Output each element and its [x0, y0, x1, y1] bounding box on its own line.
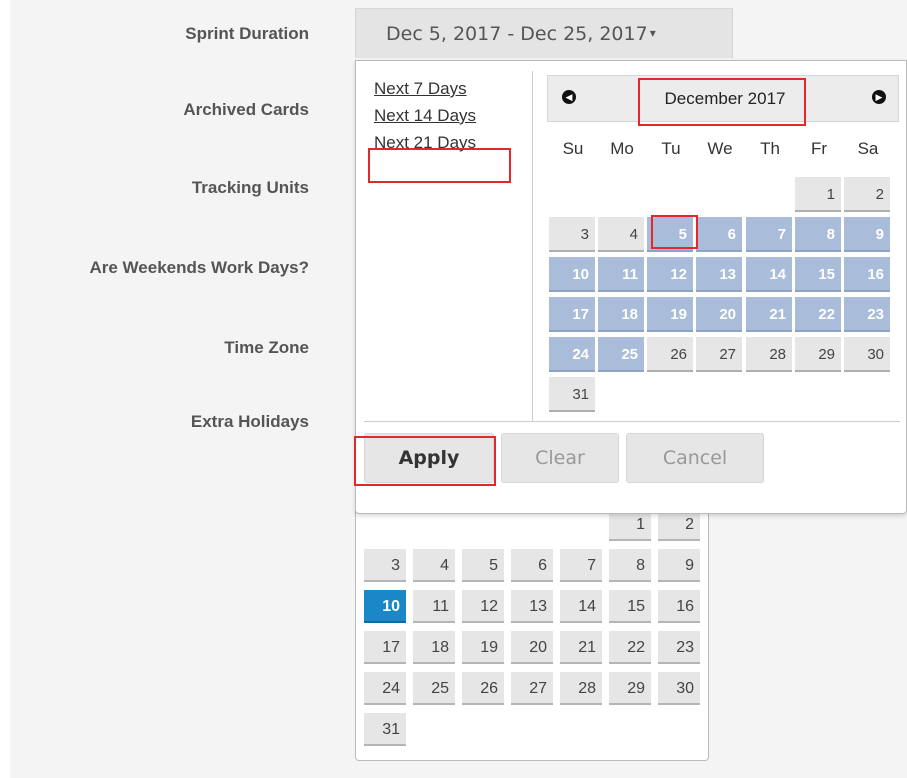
- label-sprint-duration: Sprint Duration: [185, 24, 309, 43]
- holiday-day-cell[interactable]: 7: [560, 549, 602, 582]
- prev-month-icon[interactable]: ◀: [562, 90, 576, 104]
- day-cell[interactable]: 20: [696, 297, 742, 332]
- label-archived-cards: Archived Cards: [183, 100, 309, 119]
- weekday-header: Mo: [610, 139, 634, 158]
- day-cell[interactable]: 8: [795, 217, 841, 252]
- day-cell[interactable]: 18: [598, 297, 644, 332]
- day-cell[interactable]: 22: [795, 297, 841, 332]
- day-cell[interactable]: 6: [696, 217, 742, 252]
- day-cell[interactable]: 26: [647, 337, 693, 372]
- weekday-header: Sa: [857, 139, 879, 158]
- day-cell[interactable]: 12: [647, 257, 693, 292]
- holiday-day-cell[interactable]: 3: [364, 549, 406, 582]
- day-cell[interactable]: 30: [844, 337, 890, 372]
- month-label: December 2017: [664, 89, 786, 108]
- calendar-header: ◀ December 2017 ▶: [547, 75, 899, 122]
- caret-down-icon: ▾: [649, 26, 656, 40]
- holiday-day-cell[interactable]: 29: [609, 672, 651, 705]
- holiday-day-cell[interactable]: 15: [609, 590, 651, 623]
- date-range-value: Dec 5, 2017 - Dec 25, 2017: [386, 23, 648, 45]
- holiday-day-cell[interactable]: 13: [511, 590, 553, 623]
- day-cell[interactable]: 15: [795, 257, 841, 292]
- apply-button[interactable]: Apply: [364, 433, 494, 483]
- day-cell[interactable]: 21: [746, 297, 792, 332]
- label-weekends: Are Weekends Work Days?: [89, 258, 309, 277]
- day-cell[interactable]: 24: [549, 337, 595, 372]
- range-next-7-days[interactable]: Next 7 Days: [374, 79, 476, 99]
- range-next-21-days[interactable]: Next 21 Days: [374, 133, 476, 153]
- holiday-day-cell[interactable]: 19: [462, 631, 504, 664]
- weekday-header: Su: [562, 139, 584, 158]
- holiday-day-cell[interactable]: 27: [511, 672, 553, 705]
- label-extra-holidays: Extra Holidays: [190, 412, 309, 431]
- holiday-day-cell[interactable]: 8: [609, 549, 651, 582]
- holiday-day-cell[interactable]: 5: [462, 549, 504, 582]
- date-range-picker: Next 7 Days Next 14 Days Next 21 Days ◀ …: [355, 60, 907, 514]
- holiday-day-cell[interactable]: 17: [364, 631, 406, 664]
- next-month-icon[interactable]: ▶: [872, 90, 886, 104]
- day-cell[interactable]: 10: [549, 257, 595, 292]
- weekday-header: Tu: [661, 139, 681, 158]
- day-cell[interactable]: 4: [598, 217, 644, 252]
- day-cell[interactable]: 16: [844, 257, 890, 292]
- holiday-day-cell[interactable]: 18: [413, 631, 455, 664]
- holiday-day-cell[interactable]: 14: [560, 590, 602, 623]
- holiday-day-cell[interactable]: 23: [658, 631, 700, 664]
- holiday-day-cell[interactable]: 21: [560, 631, 602, 664]
- day-cell[interactable]: 23: [844, 297, 890, 332]
- range-next-14-days[interactable]: Next 14 Days: [374, 106, 476, 126]
- day-cell[interactable]: 9: [844, 217, 890, 252]
- weekday-header: Th: [760, 139, 780, 158]
- holiday-day-cell[interactable]: 30: [658, 672, 700, 705]
- holiday-day-cell[interactable]: 10: [364, 590, 406, 623]
- label-time-zone: Time Zone: [224, 338, 309, 357]
- holiday-day-cell[interactable]: 25: [413, 672, 455, 705]
- divider: [364, 421, 900, 422]
- day-cell[interactable]: 17: [549, 297, 595, 332]
- day-cell[interactable]: 14: [746, 257, 792, 292]
- holiday-day-cell[interactable]: 28: [560, 672, 602, 705]
- day-cell[interactable]: 1: [795, 177, 841, 212]
- holiday-day-cell[interactable]: 26: [462, 672, 504, 705]
- day-cell[interactable]: 7: [746, 217, 792, 252]
- weekday-header: Fr: [810, 139, 828, 158]
- day-cell[interactable]: 13: [696, 257, 742, 292]
- holiday-day-cell[interactable]: 22: [609, 631, 651, 664]
- holiday-day-cell[interactable]: 4: [413, 549, 455, 582]
- holiday-day-cell[interactable]: 9: [658, 549, 700, 582]
- day-cell[interactable]: 5: [647, 217, 693, 252]
- day-cell[interactable]: 19: [647, 297, 693, 332]
- holiday-day-cell[interactable]: 31: [364, 713, 406, 746]
- label-tracking-units: Tracking Units: [191, 178, 309, 197]
- day-cell[interactable]: 25: [598, 337, 644, 372]
- day-cell[interactable]: 11: [598, 257, 644, 292]
- clear-button[interactable]: Clear: [501, 433, 619, 483]
- day-cell[interactable]: 2: [844, 177, 890, 212]
- preset-ranges: Next 7 Days Next 14 Days Next 21 Days: [374, 79, 476, 160]
- day-cell[interactable]: 31: [549, 377, 595, 412]
- holiday-day-cell[interactable]: 11: [413, 590, 455, 623]
- holiday-day-cell[interactable]: 24: [364, 672, 406, 705]
- holiday-day-cell[interactable]: 12: [462, 590, 504, 623]
- date-range-button[interactable]: Dec 5, 2017 - Dec 25, 2017 ▾: [355, 8, 733, 58]
- day-cell[interactable]: 3: [549, 217, 595, 252]
- holiday-calendar: 1 2 3 4 5 6 7 8 9 10 11 12 13 14 15 16 17 18 19 20 21 22 23 24 2…: [355, 500, 709, 761]
- day-cell[interactable]: 29: [795, 337, 841, 372]
- holiday-day-cell[interactable]: 20: [511, 631, 553, 664]
- cancel-button[interactable]: Cancel: [626, 433, 764, 483]
- holiday-day-cell[interactable]: 16: [658, 590, 700, 623]
- holiday-day-cell[interactable]: 6: [511, 549, 553, 582]
- divider: [532, 71, 533, 421]
- day-cell[interactable]: 28: [746, 337, 792, 372]
- weekday-header: We: [707, 139, 733, 158]
- day-cell[interactable]: 27: [696, 337, 742, 372]
